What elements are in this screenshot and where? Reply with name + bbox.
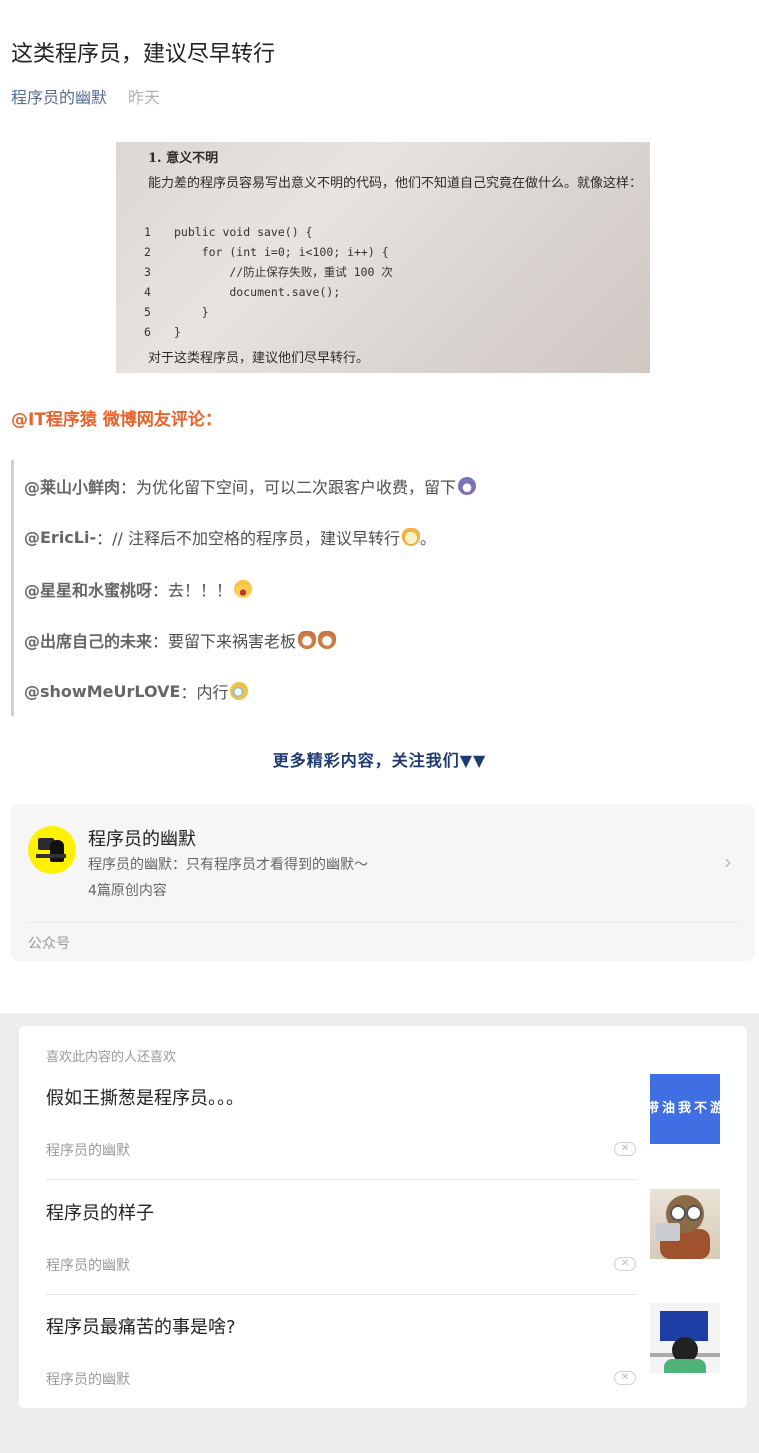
line-number: 5 bbox=[144, 305, 151, 319]
author-link[interactable]: 程序员的幽默 bbox=[11, 84, 107, 108]
code-line: 1 public void save() { bbox=[144, 222, 393, 242]
recommend-title[interactable]: 假如王撕葱是程序员。。。 bbox=[46, 1084, 244, 1110]
code-line: 3 //防止保存失败，重试 100 次 bbox=[144, 262, 393, 282]
comment-text: ：去！！！ bbox=[152, 581, 233, 600]
line-number: 1 bbox=[144, 225, 151, 239]
comment-user: @EricLi- bbox=[24, 527, 97, 547]
photo-intro: 能力差的程序员容易写出意义不明的代码，他们不知道自己究竟在做什么。就像这样： bbox=[148, 176, 643, 191]
account-type-label: 公众号 bbox=[28, 936, 70, 952]
dismiss-button[interactable]: ✕ bbox=[614, 1371, 636, 1385]
scared-face-icon bbox=[458, 477, 477, 495]
comments-header: @IT程序猿 微博网友评论： bbox=[11, 410, 222, 430]
recommend-item[interactable]: 程序员的样子 程序员的幽默 ✕ bbox=[46, 1189, 720, 1313]
comment-user: @showMeUrLOVE bbox=[24, 681, 181, 701]
line-number: 2 bbox=[144, 245, 151, 259]
dismiss-button[interactable]: ✕ bbox=[614, 1257, 636, 1271]
recommend-source: 程序员的幽默 bbox=[46, 1372, 130, 1388]
line-number: 6 bbox=[144, 325, 151, 339]
code-text: } bbox=[174, 305, 209, 319]
article-title: 这类程序员，建议尽早转行 bbox=[11, 42, 276, 67]
comment-user: @星星和水蜜桃呀 bbox=[24, 581, 153, 600]
comments-quote-block: @莱山小鲜肉 ：为优化留下空间，可以二次跟客户收费，留下 @EricLi- ：/… bbox=[11, 460, 734, 716]
comment-text: ：// 注释后不加空格的程序员，建议早转行 bbox=[96, 529, 400, 548]
code-text: for (int i=0; i<100; i++) { bbox=[174, 245, 389, 259]
recommend-item[interactable]: 程序员最痛苦的事是啥? 程序员的幽默 ✕ bbox=[46, 1303, 720, 1427]
thumbnail-text: 带油我不游 bbox=[650, 1101, 720, 1116]
divider bbox=[46, 1294, 636, 1295]
code-line: 2 for (int i=0; i<100; i++) { bbox=[144, 242, 393, 262]
laughing-tears-icon bbox=[234, 580, 253, 598]
photo-footer: 对于这类程序员，建议他们尽早转行。 bbox=[148, 351, 370, 366]
comment-item: @EricLi- ：// 注释后不加空格的程序员，建议早转行 。 bbox=[24, 525, 436, 549]
comment-item: @星星和水蜜桃呀 ：去！！！ bbox=[24, 577, 253, 601]
recommend-source: 程序员的幽默 bbox=[46, 1258, 130, 1274]
comment-text: ：内行 bbox=[180, 683, 229, 702]
article-count: 4篇原创内容 bbox=[88, 883, 167, 899]
code-line: 4 document.save(); bbox=[144, 282, 393, 302]
code-line: 5 } bbox=[144, 302, 393, 322]
photo-code-block: 1 public void save() { 2 for (int i=0; i<… bbox=[144, 222, 393, 342]
laugh-cry-icon bbox=[230, 682, 249, 700]
avatar bbox=[28, 826, 76, 874]
recommend-source: 程序员的幽默 bbox=[46, 1143, 130, 1159]
code-text: document.save(); bbox=[174, 285, 341, 299]
comment-item: @showMeUrLOVE ：内行 bbox=[24, 679, 249, 703]
recommend-card: 喜欢此内容的人还喜欢 假如王撕葱是程序员。。。 程序员的幽默 ✕ 带油我不游 程… bbox=[19, 1026, 747, 1408]
comment-item: @出席自己的未来 ：要留下来祸害老板 bbox=[24, 628, 337, 652]
dismiss-button[interactable]: ✕ bbox=[614, 1142, 636, 1156]
code-text: //防止保存失败，重试 100 次 bbox=[174, 265, 393, 279]
comment-trail: 。 bbox=[419, 529, 436, 548]
code-line: 6} bbox=[144, 322, 393, 342]
account-profile-card[interactable]: 程序员的幽默 程序员的幽默：只有程序员才看得到的幽默～ 4篇原创内容 › 公众号 bbox=[11, 804, 755, 961]
comment-item: @莱山小鲜肉 ：为优化留下空间，可以二次跟客户收费，留下 bbox=[24, 474, 477, 498]
divider bbox=[46, 1179, 636, 1180]
code-text: public void save() { bbox=[174, 225, 313, 239]
recommend-heading: 喜欢此内容的人还喜欢 bbox=[46, 1050, 177, 1065]
recommend-thumbnail[interactable] bbox=[650, 1189, 720, 1259]
comment-text: ：为优化留下空间，可以二次跟客户收费，留下 bbox=[120, 478, 457, 497]
publish-date: 昨天 bbox=[128, 88, 161, 107]
recommend-title[interactable]: 程序员的样子 bbox=[46, 1199, 154, 1225]
cat-face-icon bbox=[298, 631, 317, 649]
photo-heading: 1. 意义不明 bbox=[148, 151, 219, 166]
recommend-item[interactable]: 假如王撕葱是程序员。。。 程序员的幽默 ✕ 带油我不游 bbox=[46, 1074, 720, 1198]
recommend-thumbnail[interactable] bbox=[650, 1303, 720, 1373]
line-number: 4 bbox=[144, 285, 151, 299]
comment-user: @出席自己的未来 bbox=[24, 632, 153, 651]
doge-icon bbox=[401, 528, 420, 546]
recommend-thumbnail[interactable]: 带油我不游 bbox=[650, 1074, 720, 1144]
cat-face-icon bbox=[318, 631, 337, 649]
chevron-right-icon: › bbox=[724, 850, 732, 874]
account-name: 程序员的幽默 bbox=[88, 829, 196, 850]
code-text: } bbox=[174, 325, 181, 339]
recommend-title[interactable]: 程序员最痛苦的事是啥? bbox=[46, 1313, 236, 1339]
line-number: 3 bbox=[144, 265, 151, 279]
account-description: 程序员的幽默：只有程序员才看得到的幽默～ bbox=[88, 857, 368, 873]
divider bbox=[28, 922, 738, 923]
comment-user: @莱山小鲜肉 bbox=[24, 478, 121, 497]
comment-text: ：要留下来祸害老板 bbox=[152, 632, 297, 651]
follow-more-link[interactable]: 更多精彩内容，关注我们▼▼ bbox=[0, 747, 759, 771]
article-photo[interactable]: 1. 意义不明 能力差的程序员容易写出意义不明的代码，他们不知道自己究竟在做什么… bbox=[116, 142, 650, 373]
